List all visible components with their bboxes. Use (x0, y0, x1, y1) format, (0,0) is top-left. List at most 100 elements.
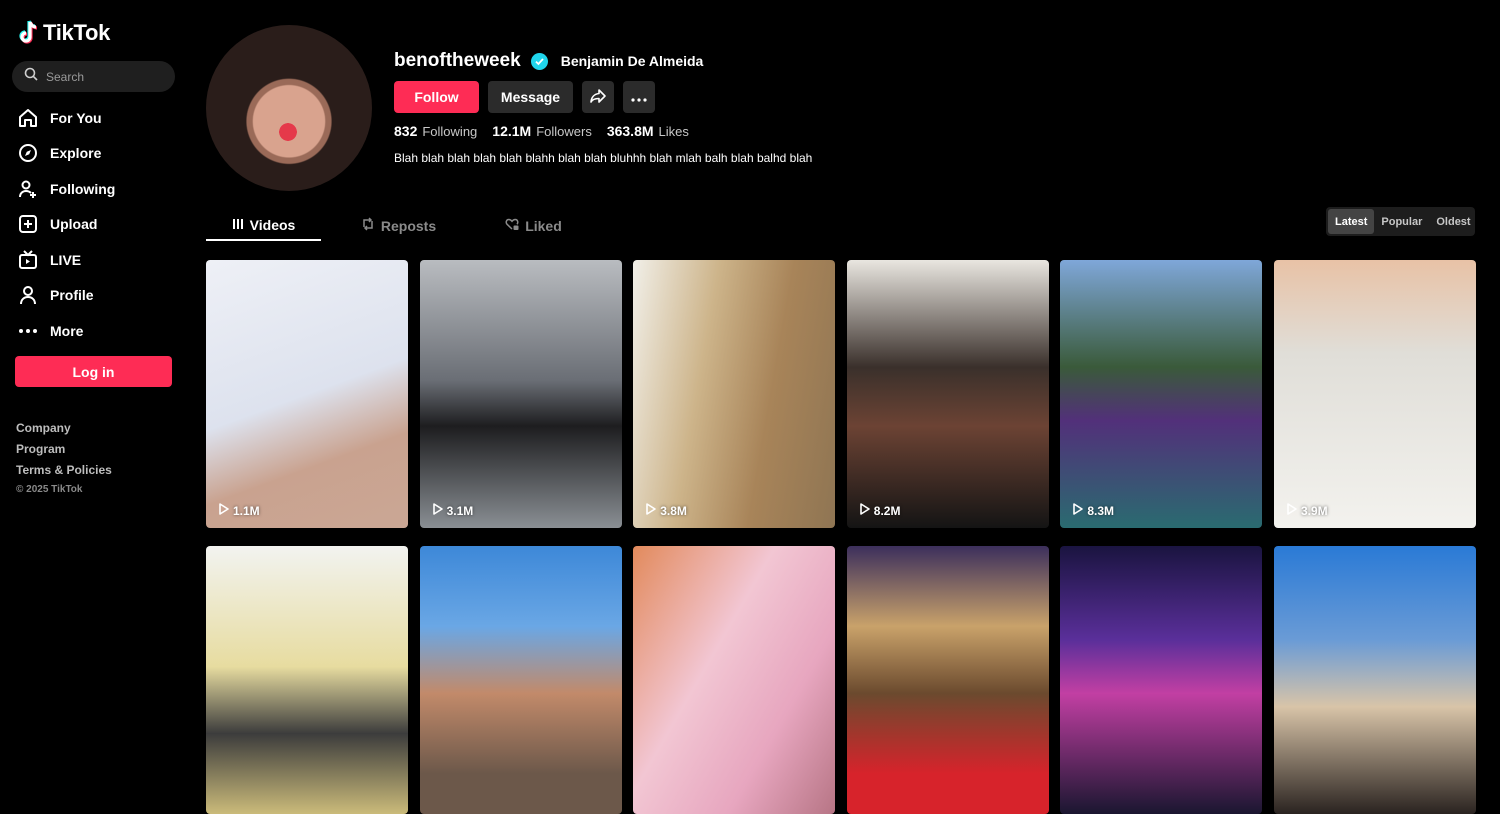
nav-item-upload[interactable]: Upload (18, 207, 115, 243)
person-icon (18, 285, 38, 305)
stat-value: 363.8M (606, 123, 654, 139)
nav-item-live[interactable]: LIVE (18, 242, 115, 278)
play-icon (1073, 503, 1084, 518)
view-count-text: 3.1M (446, 503, 474, 518)
nav-label: For You (50, 109, 102, 126)
share-button[interactable] (582, 81, 614, 113)
stat-label: Following (422, 124, 478, 139)
nav-label: Explore (50, 145, 102, 162)
logo-text: TikTok (43, 20, 111, 45)
repost-icon (361, 217, 375, 234)
view-count: 1.1M (219, 503, 260, 518)
more-dots-icon (18, 321, 38, 341)
view-count-text: 3.8M (660, 503, 687, 518)
more-options-button[interactable] (623, 81, 655, 113)
video-card[interactable]: 8.3M (1060, 260, 1263, 528)
message-button[interactable]: Message (488, 81, 573, 113)
stat-value: 12.1M (492, 123, 532, 139)
play-icon (1287, 503, 1297, 518)
footer-links: Company Program Terms & Policies © 2025 … (16, 420, 112, 495)
tiktok-note-icon (18, 20, 40, 46)
view-count: 3.1M (432, 503, 474, 518)
nav-item-following[interactable]: Following (18, 171, 115, 207)
stat-label: Likes (658, 124, 689, 139)
profile-actions: Follow Message (394, 81, 655, 113)
play-icon (432, 503, 443, 518)
tab-label: Reposts (380, 217, 437, 234)
video-card[interactable] (1273, 546, 1476, 814)
heart-lock-icon (505, 217, 519, 234)
view-count-text: 8.2M (873, 503, 901, 518)
sort-popular[interactable]: Popular (1374, 209, 1429, 234)
video-grid: 1.1M 3.1M 3.8M 8.2M 8.3M 3.9M (206, 260, 1476, 814)
live-tv-icon (18, 250, 38, 270)
video-card[interactable] (633, 546, 836, 814)
ellipsis-icon (631, 89, 647, 105)
footer-link-company[interactable]: Company (16, 420, 112, 441)
video-card[interactable] (206, 546, 408, 814)
home-icon (18, 108, 38, 128)
video-card[interactable]: 1.1M (206, 260, 408, 528)
video-card[interactable]: 3.1M (419, 260, 622, 528)
sort-toggle: Latest Popular Oldest (1326, 207, 1475, 236)
stat-likes: 363.8M Likes (607, 123, 689, 141)
play-icon (859, 503, 870, 518)
view-count: 8.2M (859, 503, 901, 518)
nav-label: Following (50, 180, 116, 197)
tab-reposts[interactable]: Reposts (341, 210, 456, 241)
nav-item-profile[interactable]: Profile (18, 278, 115, 314)
view-count-text: 3.9M (1300, 503, 1328, 518)
video-card[interactable] (419, 546, 622, 814)
stat-followers[interactable]: 12.1M Followers (492, 123, 592, 141)
stat-following[interactable]: 832 Following (394, 123, 477, 141)
grid-icon (232, 217, 244, 233)
video-card[interactable] (846, 546, 1049, 814)
tab-label: Videos (249, 216, 296, 233)
view-count-text: 8.3M (1087, 503, 1115, 518)
nav-label: More (50, 322, 84, 339)
video-card[interactable]: 3.8M (633, 260, 836, 528)
sort-oldest[interactable]: Oldest (1429, 209, 1477, 234)
tab-liked[interactable]: Liked (476, 210, 591, 241)
search-input[interactable] (46, 69, 166, 84)
stat-label: Followers (536, 124, 592, 139)
profile-name-row: benoftheweek Benjamin De Almeida (394, 50, 703, 72)
nav-item-explore[interactable]: Explore (18, 136, 115, 172)
nav-item-more[interactable]: More (18, 313, 115, 349)
tab-label: Liked (525, 217, 562, 234)
video-card[interactable]: 3.9M (1273, 260, 1476, 528)
footer-link-terms[interactable]: Terms & Policies (16, 462, 112, 483)
copyright-text: © 2025 TikTok (16, 484, 83, 495)
search-icon (24, 67, 38, 86)
nav-label: Profile (50, 287, 94, 304)
stat-value: 832 (394, 123, 418, 139)
video-card[interactable]: 8.2M (846, 260, 1049, 528)
footer-link-program[interactable]: Program (16, 441, 112, 462)
profile-avatar[interactable] (206, 25, 372, 191)
profile-bio: Blah blah blah blah blah blahh blah blah… (394, 151, 813, 165)
sidebar: TikTok For You Explore Following (0, 0, 188, 756)
view-count: 3.9M (1287, 503, 1328, 518)
play-icon (646, 503, 656, 518)
profile-full-name: Benjamin De Almeida (560, 53, 704, 69)
upload-icon (18, 214, 38, 234)
profile-stats: 832 Following 12.1M Followers 363.8M Likes (394, 123, 689, 141)
tiktok-logo[interactable]: TikTok (18, 20, 110, 46)
video-card[interactable] (1060, 546, 1263, 814)
nav-label: LIVE (50, 251, 82, 268)
search-box[interactable] (12, 61, 175, 92)
nav-item-for-you[interactable]: For You (18, 100, 115, 136)
nav-label: Upload (50, 216, 98, 233)
share-icon (589, 87, 607, 108)
compass-icon (18, 143, 38, 163)
play-icon (219, 503, 229, 518)
follow-button[interactable]: Follow (394, 81, 479, 113)
verified-badge-icon (530, 52, 548, 70)
sort-latest[interactable]: Latest (1328, 209, 1375, 234)
profile-username: benoftheweek (394, 50, 521, 71)
main-nav: For You Explore Following Upload LIVE Pr… (18, 100, 115, 349)
login-button[interactable]: Log in (15, 356, 172, 387)
profile-tabs: Videos Reposts Liked (206, 210, 591, 241)
view-count: 3.8M (646, 503, 687, 518)
tab-videos[interactable]: Videos (206, 210, 321, 241)
